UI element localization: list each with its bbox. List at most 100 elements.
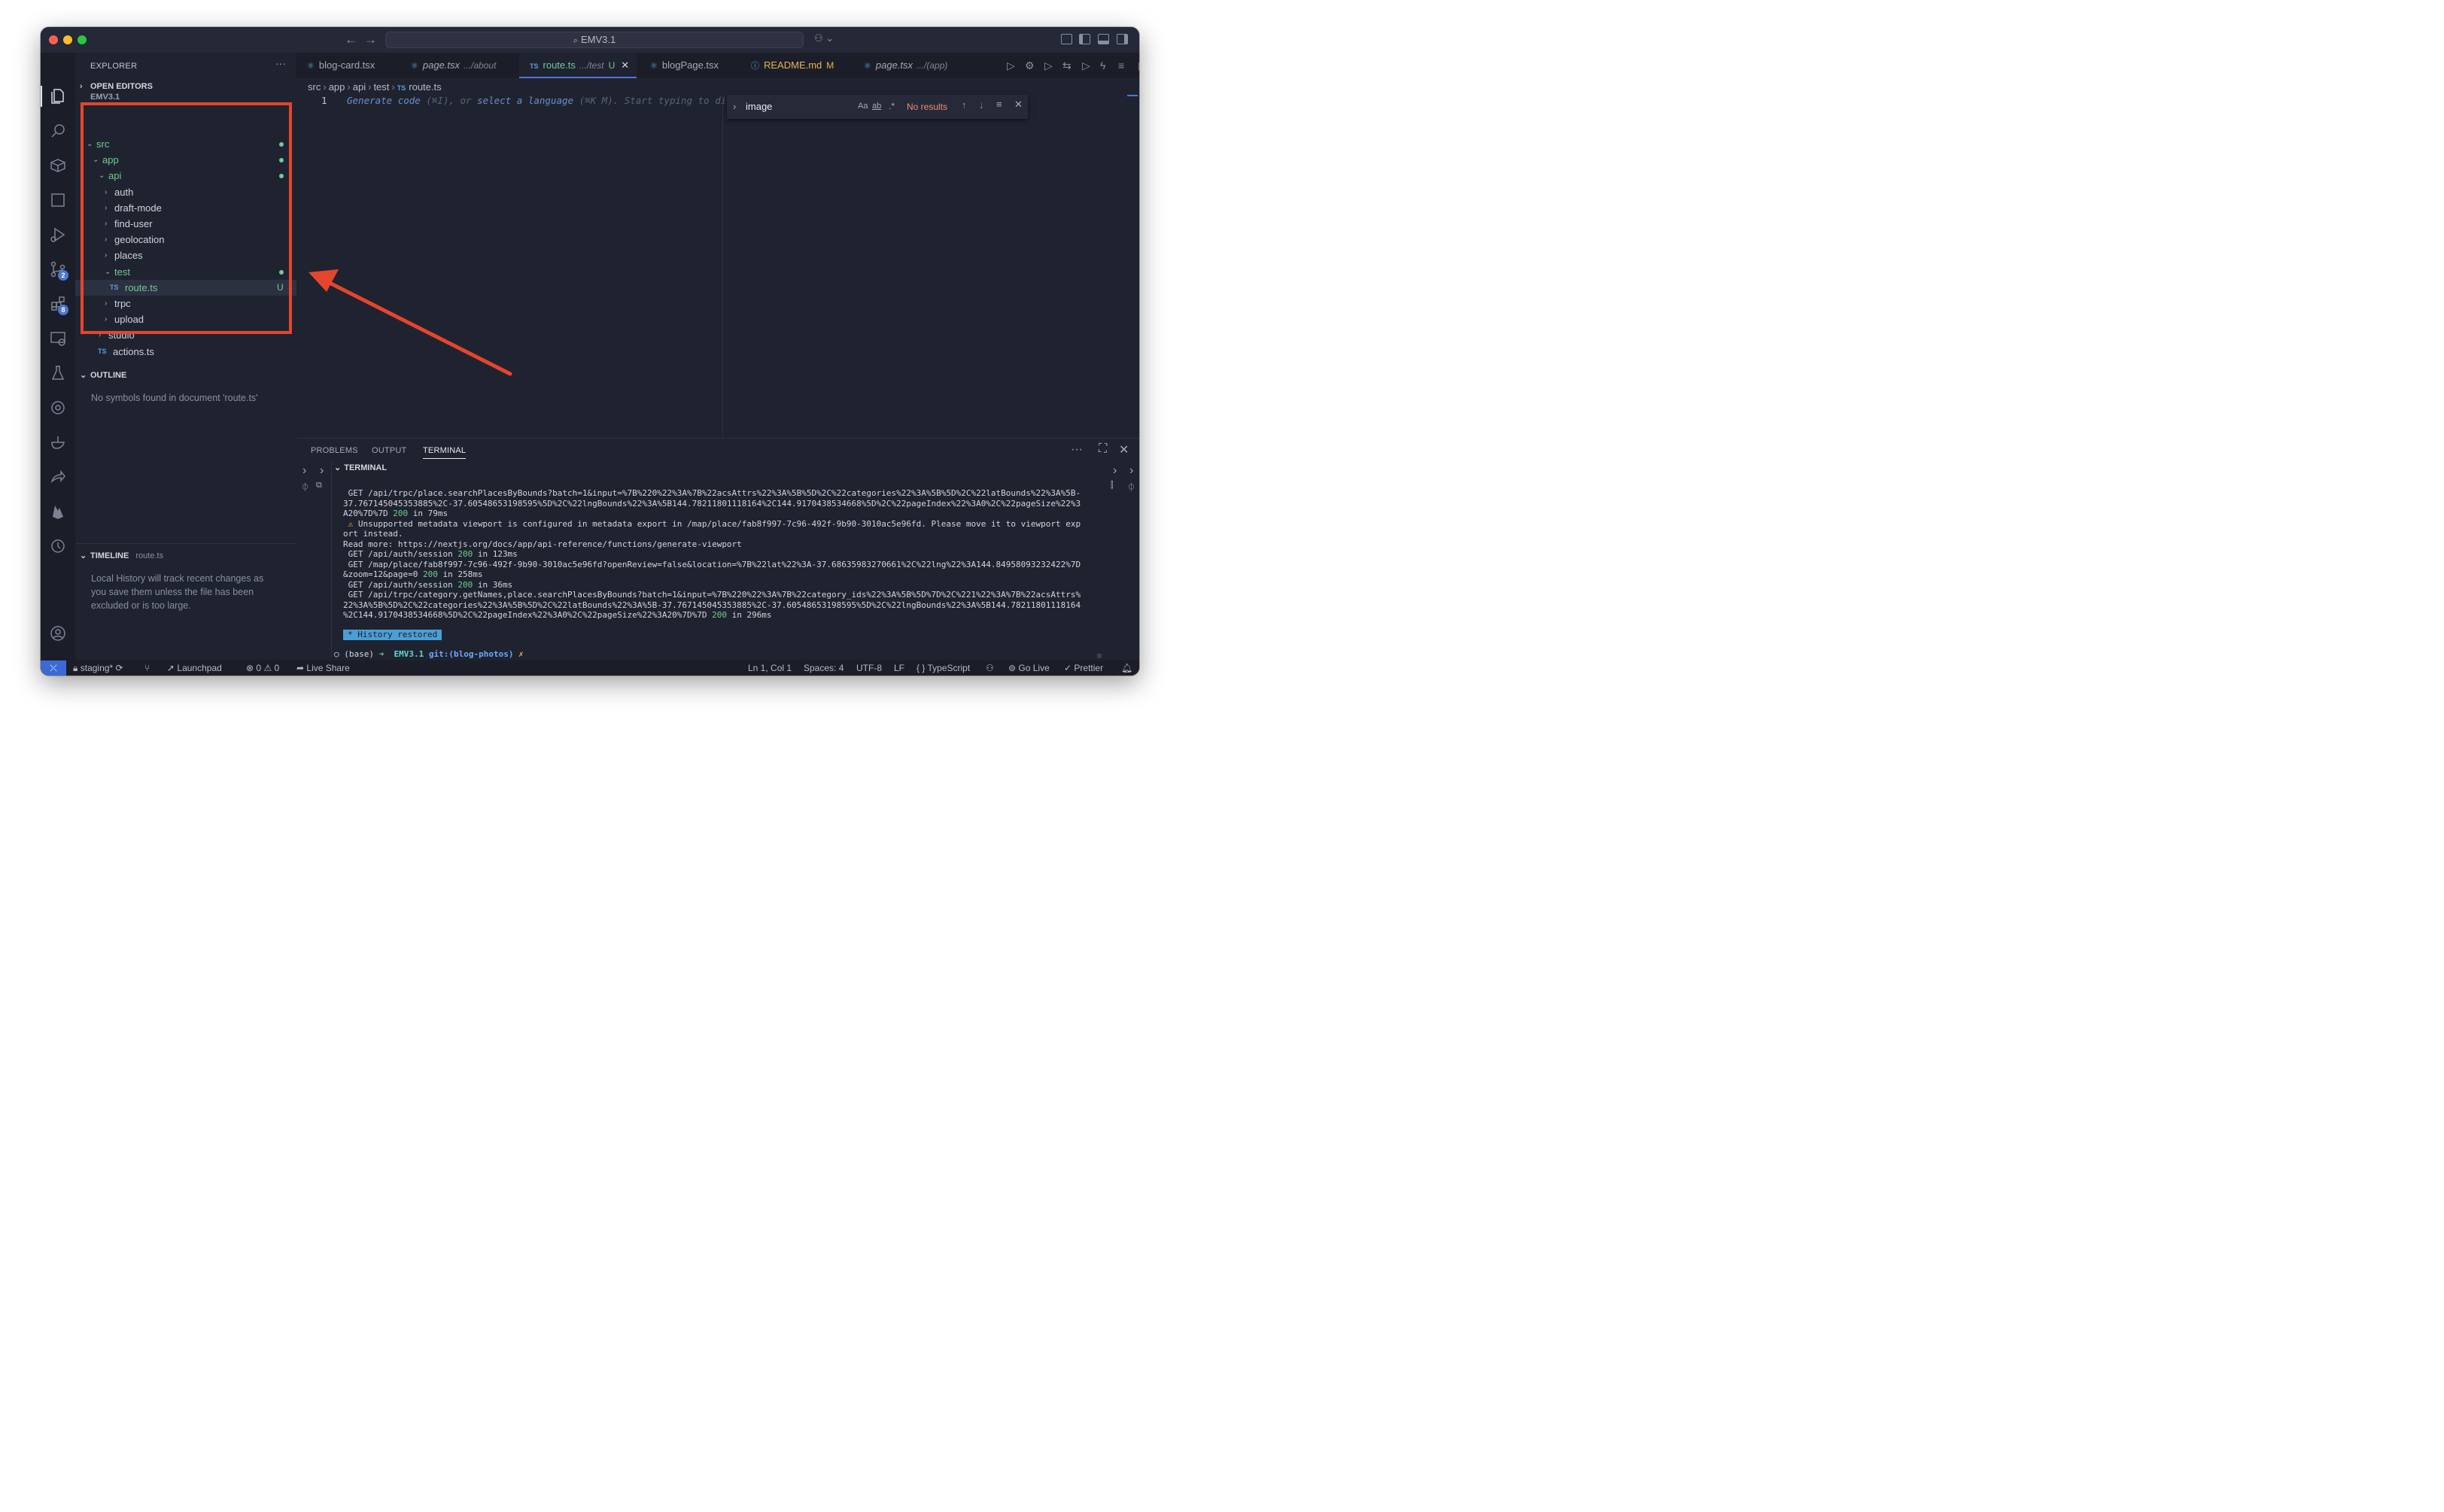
arrow-down-icon[interactable]: ↓: [979, 99, 984, 111]
run-debug-icon[interactable]: [49, 226, 67, 244]
match-case-toggle[interactable]: Aa: [858, 102, 868, 111]
indentation[interactable]: Spaces: 4: [804, 660, 844, 676]
lightning-icon[interactable]: ϟ: [1100, 59, 1105, 71]
outline-section[interactable]: ⌄ OUTLINE: [75, 367, 296, 384]
tree-folder[interactable]: ⌄ test: [75, 264, 296, 280]
chevron-right-icon[interactable]: ›: [302, 464, 306, 478]
git-graph-icon[interactable]: ⑂: [144, 660, 150, 676]
tree-file[interactable]: TS route.ts U: [75, 279, 296, 296]
tree-folder[interactable]: › trpc: [75, 296, 296, 311]
terminal-output[interactable]: GET /api/trpc/place.searchPlacesByBounds…: [343, 488, 1096, 621]
pin-icon[interactable]: ⏀: [1127, 481, 1135, 493]
editor-tab[interactable]: TS route.ts .../test U ✕: [519, 53, 637, 78]
tree-folder[interactable]: › draft-mode: [75, 200, 296, 216]
cursor-position[interactable]: Ln 1, Col 1: [748, 660, 792, 676]
chevron-right-icon[interactable]: ›: [320, 464, 324, 478]
editor-tab[interactable]: ⓘ README.md M: [740, 53, 847, 78]
more-actions-icon[interactable]: ···: [275, 57, 286, 69]
regex-toggle[interactable]: .*: [889, 101, 895, 111]
tree-folder[interactable]: ⌄ src: [75, 136, 296, 152]
language-mode[interactable]: { } TypeScript: [917, 660, 970, 676]
chevron-right-icon[interactable]: ›: [1129, 464, 1133, 478]
editor-tab[interactable]: ⚛ blog-card.tsx: [296, 53, 394, 78]
gitlens-icon[interactable]: [49, 399, 67, 417]
breadcrumb-item[interactable]: api: [353, 81, 366, 93]
close-panel-icon[interactable]: ✕: [1119, 442, 1129, 457]
line-ending[interactable]: LF: [894, 660, 904, 676]
terminal-section-header[interactable]: ⌄ TERMINAL: [334, 463, 387, 472]
pin-icon[interactable]: ⏀: [301, 481, 309, 493]
live-share-icon[interactable]: [49, 468, 67, 486]
tree-folder[interactable]: ⌄ api: [75, 168, 296, 184]
notifications-bell-icon[interactable]: 🔔︎: [1121, 660, 1132, 676]
project-section[interactable]: EMV3.1: [75, 92, 296, 102]
launchpad-item[interactable]: ➚ Launchpad: [167, 660, 222, 676]
maximize-panel-icon[interactable]: ⛶: [1099, 442, 1107, 456]
breadcrumb-item[interactable]: test: [373, 81, 389, 93]
branch-indicator[interactable]: 🔒︎ staging* ⟳: [73, 660, 123, 676]
compare-icon[interactable]: ⇆: [1062, 59, 1072, 72]
editor-split-divider[interactable]: [722, 95, 723, 438]
tab-output[interactable]: OUTPUT: [372, 446, 406, 455]
prettier-item[interactable]: ✓ Prettier: [1064, 660, 1103, 676]
close-window-button[interactable]: [49, 35, 58, 44]
explorer-icon[interactable]: [49, 87, 67, 105]
chevron-right-icon[interactable]: ›: [1113, 464, 1117, 478]
tree-folder[interactable]: › find-user: [75, 216, 296, 232]
encoding[interactable]: UTF-8: [856, 660, 882, 676]
list-icon[interactable]: ≡: [1118, 59, 1124, 71]
generate-code-link[interactable]: Generate code: [347, 95, 421, 106]
terminal-scrollbar[interactable]: [1097, 654, 1102, 658]
tree-folder[interactable]: › auth: [75, 184, 296, 200]
back-arrow-icon[interactable]: ←: [345, 32, 357, 47]
tab-terminal[interactable]: TERMINAL: [423, 446, 467, 459]
zoom-window-button[interactable]: [78, 35, 87, 44]
tree-file[interactable]: TS actions.ts: [75, 344, 296, 358]
breadcrumb-item[interactable]: src: [308, 81, 321, 93]
timeline-icon[interactable]: [49, 537, 67, 555]
more-actions-icon[interactable]: ···: [1071, 443, 1083, 457]
close-tab-icon[interactable]: ✕: [621, 59, 629, 71]
editor-area[interactable]: 1 Generate code (⌘I), or select a langua…: [296, 95, 1139, 438]
breadcrumb-item[interactable]: route.ts: [409, 81, 441, 93]
find-in-selection-icon[interactable]: ≡: [996, 99, 1002, 110]
forward-arrow-icon[interactable]: →: [364, 32, 377, 47]
docker-icon[interactable]: [49, 433, 67, 451]
minimize-window-button[interactable]: [63, 35, 72, 44]
tree-folder[interactable]: › studio: [75, 327, 296, 343]
toggle-secondary-sidebar-icon[interactable]: [1117, 34, 1128, 44]
split-editor-icon[interactable]: ◫: [1138, 59, 1139, 72]
toggle-sidebar-icon[interactable]: [1079, 34, 1090, 44]
editor-tab[interactable]: ⚛ blogPage.tsx: [640, 53, 734, 78]
tree-folder[interactable]: › upload: [75, 311, 296, 327]
tree-folder[interactable]: ⌄ app: [75, 152, 296, 168]
run-file-icon[interactable]: ▷: [1044, 59, 1053, 72]
terminal-tabs-icon[interactable]: ⧉: [316, 481, 322, 490]
customize-layout-icon[interactable]: [1061, 34, 1072, 44]
extensions-icon[interactable]: 8: [49, 295, 68, 315]
source-control-icon[interactable]: 2: [49, 260, 68, 281]
timeline-section[interactable]: ⌄ TIMELINE route.ts: [75, 548, 296, 564]
split-terminal-icon[interactable]: ⫿: [1111, 481, 1114, 490]
copilot-status-icon[interactable]: ⚇: [986, 660, 994, 676]
close-icon[interactable]: ✕: [1014, 99, 1023, 111]
tab-problems[interactable]: PROBLEMS: [311, 446, 358, 455]
run-all-icon[interactable]: ▷: [1082, 59, 1090, 72]
editor-tab[interactable]: ⚛ page.tsx .../about: [400, 53, 513, 78]
terminal-prompt[interactable]: ○ (base) ➜ EMV3.1 git:(blog-photos) ✗: [334, 649, 524, 659]
command-center[interactable]: ⌕ EMV3.1: [385, 32, 804, 48]
testing-flask-icon[interactable]: [49, 364, 67, 382]
package-icon[interactable]: [49, 156, 67, 175]
firebase-icon[interactable]: [49, 502, 67, 521]
whole-word-toggle[interactable]: ab: [872, 102, 881, 111]
find-input[interactable]: image: [746, 101, 772, 112]
square-icon[interactable]: [49, 191, 67, 209]
go-live-item[interactable]: ⊚ Go Live: [1008, 660, 1050, 676]
remote-indicator[interactable]: ⤫: [41, 660, 66, 676]
tree-folder[interactable]: › geolocation: [75, 232, 296, 247]
live-share-item[interactable]: ➦ Live Share: [296, 660, 350, 676]
problems-indicator[interactable]: ⊗ 0 ⚠ 0: [246, 660, 279, 676]
toggle-panel-icon[interactable]: [1098, 34, 1109, 44]
chevron-right-icon[interactable]: ›: [733, 101, 736, 112]
remote-explorer-icon[interactable]: [49, 329, 67, 348]
